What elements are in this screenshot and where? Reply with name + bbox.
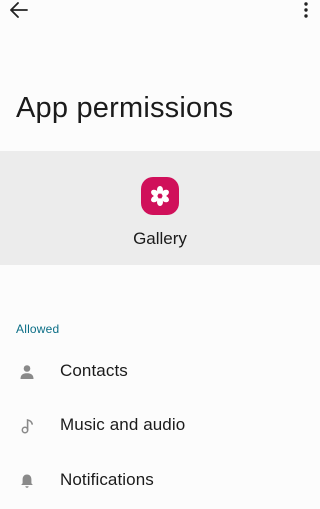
permission-item-notifications[interactable]: Notifications xyxy=(0,455,320,509)
page-title: App permissions xyxy=(16,92,234,124)
app-header: Gallery xyxy=(0,151,320,265)
gallery-app-icon xyxy=(141,177,179,215)
gallery-flower-icon xyxy=(151,186,169,206)
section-header-allowed: Allowed xyxy=(16,322,60,336)
permission-label: Contacts xyxy=(60,361,128,380)
music-note-icon xyxy=(18,417,36,435)
permission-label: Music and audio xyxy=(60,415,186,434)
permission-item-contacts[interactable]: Contacts xyxy=(0,346,320,400)
top-app-bar xyxy=(0,0,320,24)
back-button[interactable] xyxy=(8,0,30,20)
permission-label: Notifications xyxy=(60,470,154,489)
more-vert-icon xyxy=(304,2,308,18)
person-icon xyxy=(18,363,36,381)
bell-icon xyxy=(18,472,36,490)
permission-item-music-and-audio[interactable]: Music and audio xyxy=(0,400,320,454)
app-name: Gallery xyxy=(133,229,187,248)
arrow-back-icon xyxy=(10,2,28,18)
more-options-button[interactable] xyxy=(300,0,312,20)
